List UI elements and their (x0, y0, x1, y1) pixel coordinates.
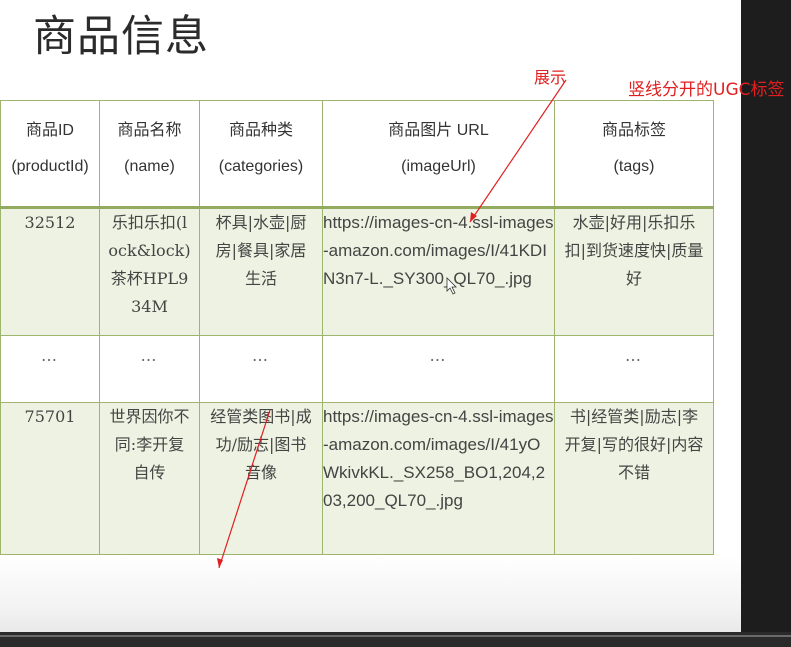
header-label-cn: 商品名称 (117, 122, 182, 139)
cell-text: 经管类图书|成功/励志|图书音像 (210, 407, 312, 482)
cell-ellipsis: … (99, 335, 200, 403)
cell-ellipsis: … (322, 335, 555, 403)
table-row-ellipsis: … … … … … (0, 335, 714, 403)
cell-text: 水壶|好用|乐扣乐扣|到货速度快|质量好 (564, 213, 704, 288)
bottom-divider-line (0, 635, 791, 637)
header-image-url: 商品图片 URL (imageUrl) (322, 100, 555, 208)
header-label-en: (productId) (11, 158, 89, 175)
cell-product-id: 75701 (0, 402, 100, 555)
cell-ellipsis: … (554, 335, 714, 403)
cell-image-url: https://images-cn-4.ssl-images-amazon.co… (322, 207, 555, 336)
header-label-en: (imageUrl) (401, 158, 476, 175)
ellipsis-text: … (625, 346, 643, 365)
header-tags: 商品标签 (tags) (554, 100, 714, 208)
header-product-id: 商品ID (productId) (0, 100, 100, 208)
cell-text: 世界因你不同:李开复自传 (109, 407, 190, 482)
cell-image-url: https://images-cn-4.ssl-images-amazon.co… (322, 402, 555, 555)
cell-text: 32512 (24, 213, 76, 232)
header-label-en: (tags) (613, 158, 655, 175)
header-name: 商品名称 (name) (99, 100, 200, 208)
cell-ellipsis: … (0, 335, 100, 403)
ellipsis-text: … (252, 346, 270, 365)
header-categories: 商品种类 (categories) (199, 100, 323, 208)
product-info-table: 商品ID (productId) 商品名称 (name) 商品种类 (categ… (0, 100, 714, 555)
header-label-cn: 商品标签 (601, 122, 666, 139)
annotation-show: 展示 (534, 68, 567, 87)
cell-text: 杯具|水壶|厨房|餐具|家居生活 (215, 213, 307, 288)
header-label-cn: 商品图片 URL (388, 122, 489, 139)
ellipsis-text: … (140, 346, 159, 365)
cell-tags: 书|经管类|励志|李开复|写的很好|内容不错 (554, 402, 714, 555)
header-label-cn: 商品种类 (228, 122, 293, 139)
cell-text: 书|经管类|励志|李开复|写的很好|内容不错 (564, 407, 704, 482)
cell-tags: 水壶|好用|乐扣乐扣|到货速度快|质量好 (554, 207, 714, 336)
ellipsis-text: … (429, 346, 448, 365)
table-row: 32512 乐扣乐扣(lock&lock)茶杯HPL934M 杯具|水壶|厨房|… (0, 207, 714, 336)
cell-product-id: 32512 (0, 207, 100, 336)
table-row: 75701 世界因你不同:李开复自传 经管类图书|成功/励志|图书音像 http… (0, 402, 714, 555)
table-header-row: 商品ID (productId) 商品名称 (name) 商品种类 (categ… (0, 100, 714, 208)
cell-name: 乐扣乐扣(lock&lock)茶杯HPL934M (99, 207, 200, 336)
annotation-ugc-tags: 竖线分开的UGC标签 (628, 80, 785, 100)
cell-categories: 经管类图书|成功/励志|图书音像 (199, 402, 323, 555)
cell-ellipsis: … (199, 335, 323, 403)
cell-name: 世界因你不同:李开复自传 (99, 402, 200, 555)
header-label-en: (name) (124, 158, 175, 175)
cell-categories: 杯具|水壶|厨房|餐具|家居生活 (199, 207, 323, 336)
header-label-cn: 商品ID (25, 122, 74, 139)
ellipsis-text: … (41, 346, 59, 365)
cell-text: 乐扣乐扣(lock&lock)茶杯HPL934M (108, 213, 191, 316)
cell-text: 75701 (24, 407, 76, 426)
header-label-en: (categories) (218, 158, 304, 175)
page-title: 商品信息 (33, 12, 209, 62)
